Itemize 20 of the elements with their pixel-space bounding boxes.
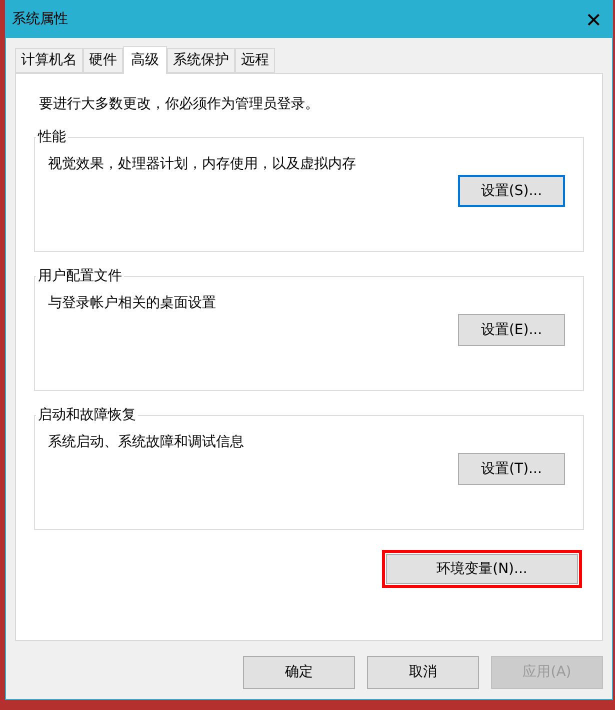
group-description: 与登录帐户相关的桌面设置 — [48, 294, 217, 313]
tab[interactable]: 高级 — [123, 46, 167, 74]
tab[interactable]: 硬件 — [83, 48, 123, 73]
group-description: 系统启动、系统故障和调试信息 — [48, 433, 245, 452]
group-description: 视觉效果，处理器计划，内存使用，以及虚拟内存 — [48, 155, 357, 174]
window-title: 系统属性 — [12, 10, 68, 29]
group-title: 用户配置文件 — [37, 267, 123, 286]
close-button[interactable]: ✕ — [585, 10, 602, 30]
notice-text: 要进行大多数更改，你必须作为管理员登录。 — [38, 95, 320, 114]
dialog-button[interactable]: 确定 — [243, 656, 355, 689]
dialog-button[interactable]: 取消 — [367, 656, 479, 689]
settings-button[interactable]: 设置(T)... — [458, 453, 565, 485]
tab[interactable]: 计算机名 — [15, 48, 83, 73]
settings-button[interactable]: 设置(S)... — [458, 175, 565, 207]
group-title: 性能 — [36, 128, 67, 147]
group-title: 启动和故障恢复 — [37, 406, 137, 425]
tab[interactable]: 远程 — [235, 48, 275, 73]
tab[interactable]: 系统保护 — [167, 48, 235, 73]
settings-button[interactable]: 设置(E)... — [458, 314, 565, 346]
environment-variables-button[interactable]: 环境变量(N)... — [386, 554, 578, 584]
